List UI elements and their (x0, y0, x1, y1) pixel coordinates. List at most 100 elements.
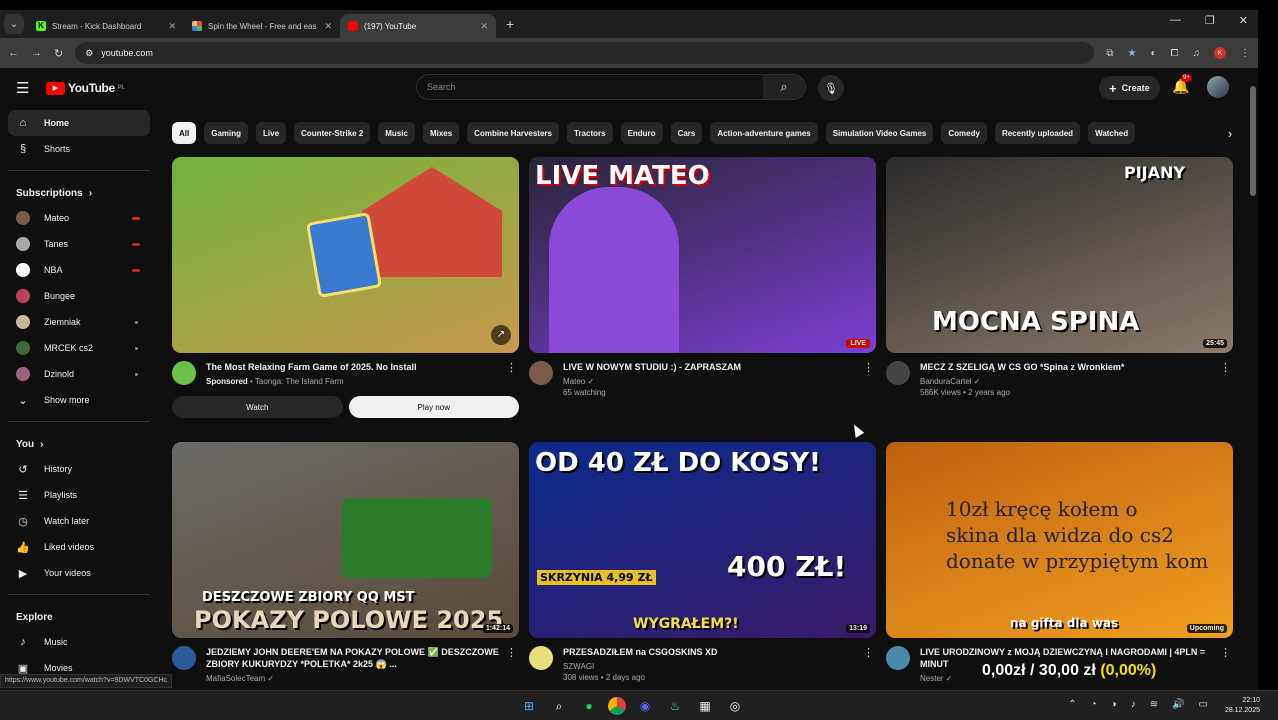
volume-icon[interactable]: 🔊 (1172, 699, 1184, 710)
filter-chip[interactable]: Simulation Video Games (825, 122, 934, 144)
search-input[interactable] (417, 75, 763, 99)
channel-name[interactable]: Taonga: The Island Farm (255, 377, 344, 386)
url-text[interactable]: youtube.com (101, 48, 153, 58)
more-options-icon[interactable]: ⋮ (863, 361, 874, 374)
tab-kick[interactable]: K Stream - Kick Dashboard ✕ (28, 14, 184, 38)
sidebar-subscription[interactable]: MRCEK cs2 (8, 335, 150, 361)
video-thumbnail[interactable]: MOCNA SPINA PIJANY 25:45 (886, 157, 1233, 353)
filter-chip[interactable]: All (172, 122, 197, 144)
filter-chip[interactable]: Music (378, 122, 415, 144)
channel-name[interactable]: SZWAGI (563, 662, 594, 671)
tray-app-icon[interactable]: ◔ (1091, 699, 1097, 710)
video-card[interactable]: ↗ The Most Relaxing Farm Game of 2025. No… (172, 157, 519, 418)
tab-close-icon[interactable]: ✕ (168, 21, 176, 32)
filter-chip[interactable]: Counter-Strike 2 (294, 122, 371, 144)
taskbar-clock[interactable]: 22:10 28.12.2025 (1225, 696, 1260, 716)
filter-chip[interactable]: Comedy (941, 122, 987, 144)
channel-avatar[interactable] (886, 646, 910, 670)
more-options-icon[interactable]: ⋮ (506, 361, 517, 374)
play-now-button[interactable]: Play now (348, 396, 519, 418)
notifications-button[interactable]: 🔔 9+ (1172, 74, 1192, 95)
video-card[interactable]: DESZCZOWE ZBIORY QQ MST POKAZY POLOWE 202… (172, 442, 519, 683)
filter-chip[interactable]: Combine Harvesters (467, 122, 559, 144)
filter-chip[interactable]: Cars (670, 122, 703, 144)
video-card[interactable]: OD 40 ZŁ DO KOSY! 400 ZŁ! SKRZYNIA 4,99 ZŁ… (529, 442, 876, 682)
sidebar-subscription[interactable]: Tanes (8, 231, 150, 257)
sidebar-item-your-videos[interactable]: ▶ Your videos (8, 560, 150, 586)
filter-chip[interactable]: Recently uploaded (994, 122, 1081, 144)
video-title[interactable]: JEDZIEMY JOHN DEERE'EM NA POKAZY POLOWE … (206, 646, 519, 670)
channel-line[interactable]: BanduraCartel ✓ (920, 377, 1233, 386)
sidebar-item-music[interactable]: ♪ Music (8, 629, 150, 655)
page-scrollbar[interactable] (1250, 86, 1256, 196)
more-options-icon[interactable]: ⋮ (1220, 646, 1231, 659)
extension-icon[interactable]: ◐ (1150, 48, 1156, 59)
filter-chip[interactable]: Live (256, 122, 287, 144)
tray-app-icon[interactable]: ◑ (1111, 699, 1117, 710)
filter-chip[interactable]: Watched (1088, 122, 1136, 144)
windows-start-icon[interactable]: ⊞ (518, 695, 540, 717)
omnibox[interactable]: ⚙ youtube.com (75, 42, 1095, 64)
subscriptions-heading[interactable]: Subscriptions › (8, 181, 150, 205)
channel-avatar[interactable] (172, 361, 196, 385)
tab-youtube[interactable]: (197) YouTube ✕ (340, 14, 496, 38)
filter-chip[interactable]: Enduro (620, 122, 663, 144)
restore-icon[interactable]: ❐ (1205, 14, 1215, 27)
tab-close-icon[interactable]: ✕ (480, 21, 488, 32)
sidebar-item-playlists[interactable]: ☰ Playlists (8, 482, 150, 508)
tab-search-icon[interactable]: ⌄ (4, 14, 24, 34)
sidebar-subscription[interactable]: Dzinold (8, 361, 150, 387)
filter-chip[interactable]: Action-adventure games (710, 122, 818, 144)
more-options-icon[interactable]: ⋮ (863, 646, 874, 659)
video-thumbnail[interactable]: DESZCZOWE ZBIORY QQ MST POKAZY POLOWE 202… (172, 442, 519, 638)
profile-icon[interactable]: K (1214, 47, 1226, 59)
site-info-icon[interactable]: ⚙ (85, 48, 93, 59)
menu-hamburger-icon[interactable]: ☰ (16, 79, 32, 97)
taskbar-search-icon[interactable]: ⌕ (548, 695, 570, 717)
cast-icon[interactable]: ⧉ (1106, 48, 1113, 59)
tray-app-icon[interactable]: ♪ (1131, 699, 1136, 710)
chips-next-icon[interactable]: › (1222, 122, 1238, 144)
filter-chip[interactable]: Gaming (204, 122, 249, 144)
channel-name[interactable]: Mateo ✓ (563, 377, 594, 386)
more-options-icon[interactable]: ⋮ (506, 646, 517, 659)
channel-name[interactable]: Nester ✓ (920, 674, 953, 683)
video-title[interactable]: LIVE W NOWYM STUDIU :) - ZAPRASZAM (563, 361, 876, 373)
search-button[interactable]: ⌕ (763, 75, 805, 99)
video-title[interactable]: MECZ Z SZELIGĄ W CS GO *Spina z Wronkiem… (920, 361, 1233, 373)
filter-chip[interactable]: Mixes (422, 122, 460, 144)
forward-icon[interactable]: → (31, 47, 42, 59)
back-icon[interactable]: ← (8, 47, 19, 59)
chrome-icon[interactable] (608, 697, 626, 715)
close-window-icon[interactable]: ✕ (1239, 14, 1248, 27)
sidebar-subscription[interactable]: Bungee (8, 283, 150, 309)
channel-avatar[interactable] (529, 646, 553, 670)
show-more-button[interactable]: ⌄ Show more (8, 387, 150, 413)
app-icon[interactable]: ▦ (694, 695, 716, 717)
discord-icon[interactable]: ◉ (634, 695, 656, 717)
video-thumbnail[interactable]: ↗ (172, 157, 519, 353)
sidebar-item-watch-later[interactable]: ◷ Watch later (8, 508, 150, 534)
channel-avatar[interactable] (172, 646, 196, 670)
tab-close-icon[interactable]: ✕ (324, 21, 332, 32)
youtube-logo[interactable]: ▶ YouTube PL (46, 81, 125, 95)
spotify-icon[interactable]: ● (578, 695, 600, 717)
new-tab-button[interactable]: + (506, 16, 514, 32)
wifi-icon[interactable]: ≋ (1150, 699, 1158, 710)
tray-chevron-icon[interactable]: ⌃ (1068, 699, 1076, 710)
channel-avatar[interactable] (529, 361, 553, 385)
sidebar-subscription[interactable]: Mateo (8, 205, 150, 231)
reload-icon[interactable]: ↻ (54, 47, 63, 60)
browser-menu-icon[interactable]: ⋮ (1240, 48, 1250, 59)
channel-line[interactable]: Mateo ✓ (563, 377, 876, 386)
battery-icon[interactable]: ▭ (1199, 699, 1208, 710)
tab-spin-wheel[interactable]: Spin the Wheel - Free and eas ✕ (184, 14, 340, 38)
sidebar-item-home[interactable]: ⌂ Home (8, 110, 150, 136)
video-title[interactable]: PRZESADZIŁEM na CSGOSKINS XD (563, 646, 876, 658)
extensions-puzzle-icon[interactable]: ⧠ (1171, 48, 1179, 59)
sidebar-subscription[interactable]: Ziemniak (8, 309, 150, 335)
channel-line[interactable]: MafiaSolecTeam ✓ (206, 674, 519, 683)
create-button[interactable]: + Create (1099, 76, 1160, 100)
you-heading[interactable]: You › (8, 432, 150, 456)
video-thumbnail[interactable]: OD 40 ZŁ DO KOSY! 400 ZŁ! SKRZYNIA 4,99 ZŁ… (529, 442, 876, 638)
